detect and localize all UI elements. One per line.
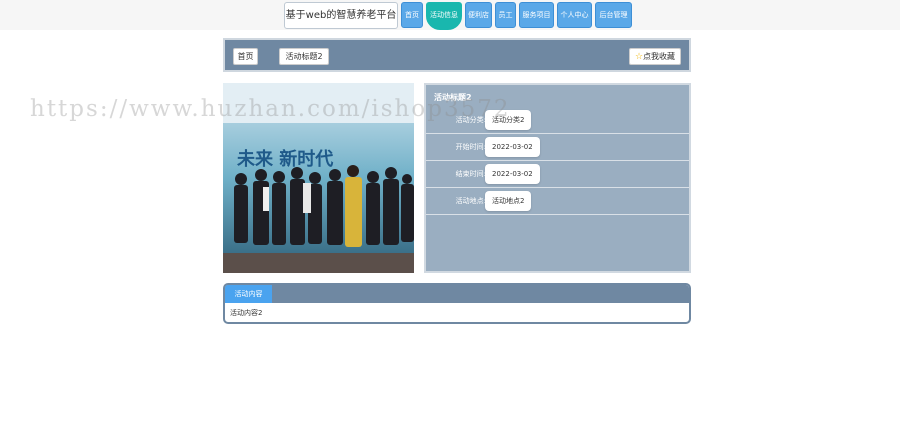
nav-personal-center[interactable]: 个人中心	[557, 2, 592, 28]
info-row-category: 活动分类: 活动分类2	[426, 107, 689, 134]
start-time-label: 开始时间:	[455, 143, 486, 151]
favorite-button[interactable]: ☆点我收藏	[629, 48, 681, 65]
category-value: 活动分类2	[485, 110, 532, 130]
nav-admin[interactable]: 后台管理	[595, 2, 632, 28]
info-row-location: 活动地点: 活动地点2	[426, 188, 689, 215]
activity-content-text: 活动内容2	[230, 309, 263, 317]
activity-photo: 未来 新时代	[223, 83, 414, 273]
top-navigation-bar: 基于web的智慧养老平台 首页 活动信息 便利店 员工 服务项目 个人中心 后台…	[0, 0, 900, 30]
category-label: 活动分类:	[455, 116, 486, 124]
end-time-value: 2022-03-02	[485, 164, 540, 184]
location-value: 活动地点2	[485, 191, 532, 211]
nav-home[interactable]: 首页	[401, 2, 423, 28]
group-photo-image: 未来 新时代	[223, 83, 414, 273]
info-row-start-time: 开始时间: 2022-03-02	[426, 134, 689, 161]
end-time-label: 结束时间:	[455, 170, 486, 178]
location-label: 活动地点:	[455, 197, 486, 205]
activity-title: 活动标题2	[434, 93, 472, 102]
content-tab-bar: 活动内容	[225, 285, 689, 303]
start-time-value: 2022-03-02	[485, 137, 540, 157]
favorite-label: 点我收藏	[643, 52, 676, 61]
breadcrumb-current[interactable]: 活动标题2	[279, 48, 329, 65]
info-row-end-time: 结束时间: 2022-03-02	[426, 161, 689, 188]
site-title[interactable]: 基于web的智慧养老平台	[284, 2, 398, 29]
nav-convenience-store[interactable]: 便利店	[465, 2, 492, 28]
nav-service-items[interactable]: 服务项目	[519, 2, 554, 28]
activity-info-panel: 活动标题2 活动分类: 活动分类2 开始时间: 2022-03-02 结束时间:…	[424, 83, 691, 273]
nav-activity-info[interactable]: 活动信息	[426, 2, 462, 30]
breadcrumb-home[interactable]: 首页	[233, 48, 258, 65]
breadcrumb: 首页 活动标题2 ☆点我收藏	[223, 38, 691, 72]
nav-staff[interactable]: 员工	[495, 2, 516, 28]
star-icon: ☆	[634, 52, 644, 62]
activity-content-panel: 活动内容 活动内容2	[223, 283, 691, 324]
photo-banner-text: 未来 新时代	[237, 148, 333, 170]
tab-activity-content[interactable]: 活动内容	[225, 285, 272, 303]
